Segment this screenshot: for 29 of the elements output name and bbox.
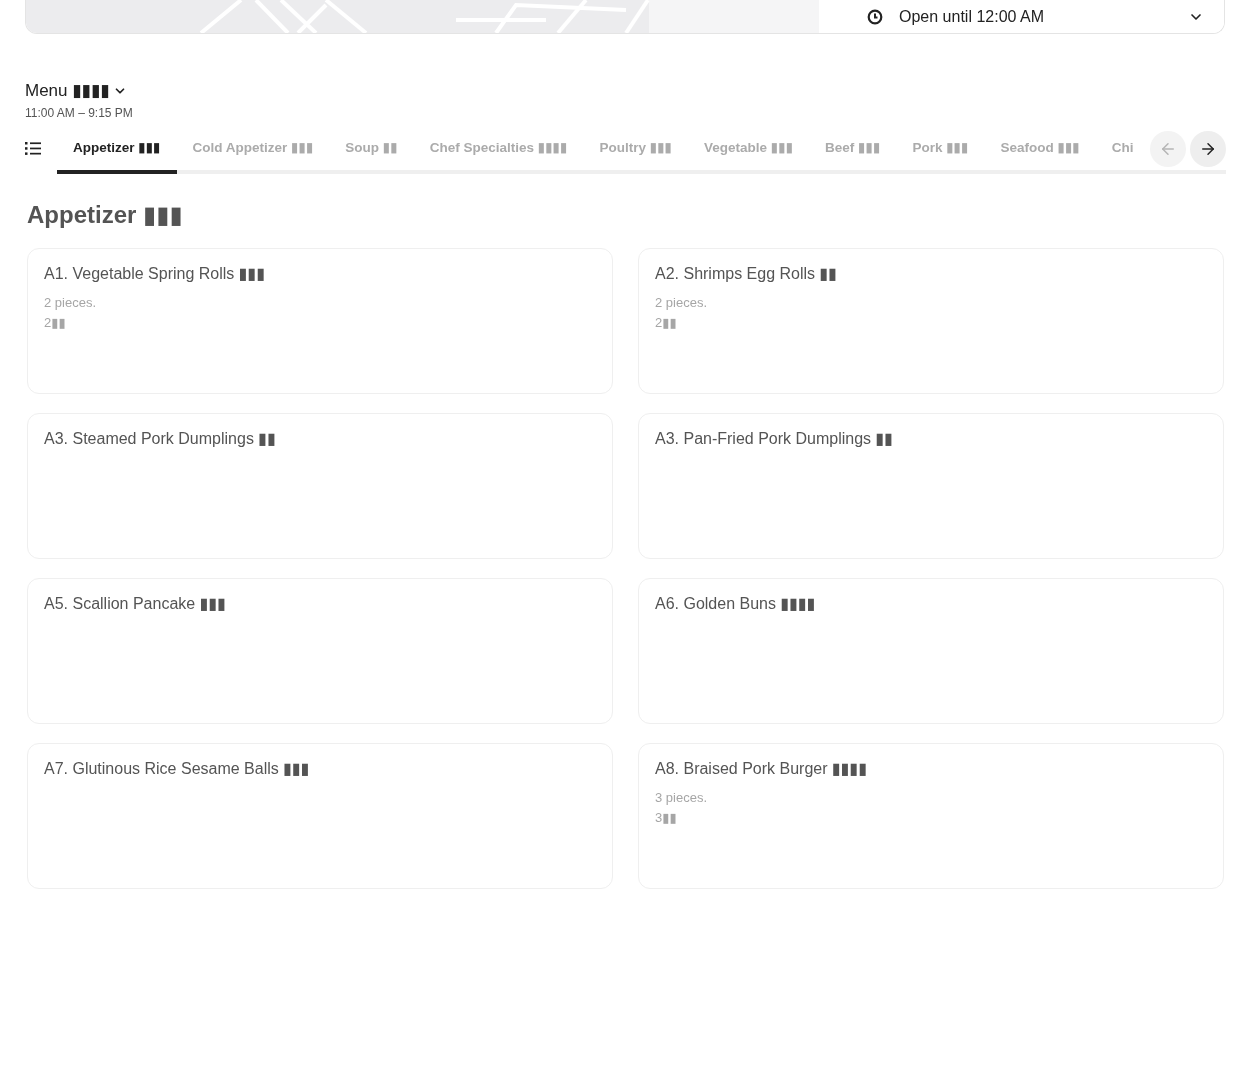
item-title: A6. Golden Buns ▮▮▮▮: [655, 594, 816, 614]
menu-item-card[interactable]: A3. Steamed Pork Dumplings ▮▮: [27, 413, 613, 559]
category-tab[interactable]: Appetizer ▮▮▮: [57, 131, 177, 174]
menu-item-card[interactable]: A6. Golden Buns ▮▮▮▮: [638, 578, 1224, 724]
item-title: A8. Braised Pork Burger ▮▮▮▮: [655, 759, 868, 779]
item-description: 2 pieces.: [655, 294, 708, 312]
menu-selector[interactable]: Menu ▮▮▮▮: [25, 80, 127, 102]
section-title: Appetizer ▮▮▮: [27, 200, 184, 230]
item-description: 2 pieces.: [44, 294, 97, 312]
item-description: 3▮▮: [655, 809, 677, 827]
menu-item-card[interactable]: A7. Glutinous Rice Sesame Balls ▮▮▮: [27, 743, 613, 889]
menu-hours: 11:00 AM – 9:15 PM: [25, 105, 133, 121]
item-title: A5. Scallion Pancake ▮▮▮: [44, 594, 227, 614]
item-title: A3. Pan-Fried Pork Dumplings ▮▮: [655, 429, 894, 449]
menu-item-card[interactable]: A5. Scallion Pancake ▮▮▮: [27, 578, 613, 724]
item-title: A7. Glutinous Rice Sesame Balls ▮▮▮: [44, 759, 310, 779]
scroll-right-button[interactable]: [1189, 131, 1226, 167]
list-icon: [25, 142, 41, 155]
item-description: 2▮▮: [44, 314, 66, 332]
menu-item-card[interactable]: A2. Shrimps Egg Rolls ▮▮ 2 pieces. 2▮▮: [638, 248, 1224, 394]
item-description: 2▮▮: [655, 314, 677, 332]
menu-item-card[interactable]: A3. Pan-Fried Pork Dumplings ▮▮: [638, 413, 1224, 559]
item-title: A3. Steamed Pork Dumplings ▮▮: [44, 429, 276, 449]
item-description: 3 pieces.: [655, 789, 708, 807]
item-title: A2. Shrimps Egg Rolls ▮▮: [655, 264, 838, 284]
item-title: A1. Vegetable Spring Rolls ▮▮▮: [44, 264, 266, 284]
menu-item-card[interactable]: A1. Vegetable Spring Rolls ▮▮▮ 2 pieces. 2▮▮: [27, 248, 613, 394]
clock-icon: [867, 8, 883, 25]
menu-item-card[interactable]: A8. Braised Pork Burger ▮▮▮▮ 3 pieces. 3▮▮: [638, 743, 1224, 889]
